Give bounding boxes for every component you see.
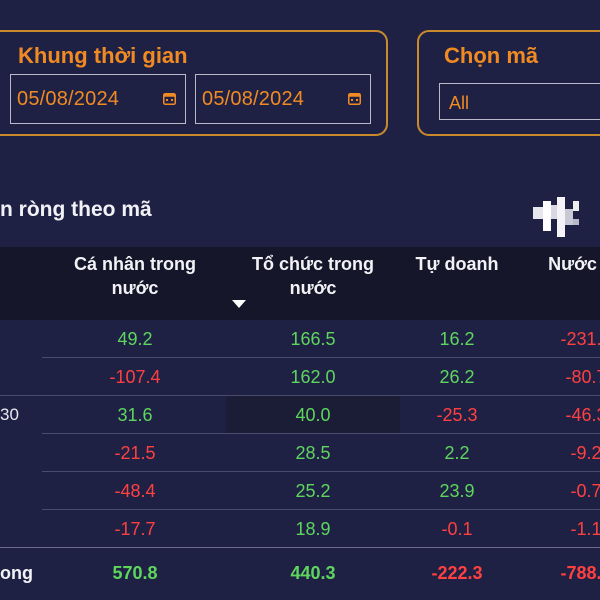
cell-value: -21.5: [114, 443, 156, 463]
cell-value: 31.6: [117, 405, 153, 425]
col-header-foreign[interactable]: Nước ng: [516, 252, 600, 276]
pixelated-logo-icon: [533, 197, 579, 237]
total-value: 440.3: [290, 563, 336, 583]
cell-value: 26.2: [439, 367, 475, 387]
calendar-icon[interactable]: [348, 92, 361, 105]
col-header-proprietary[interactable]: Tự doanh: [402, 252, 512, 276]
cell-value: 162.0: [290, 367, 336, 387]
cell-value: 16.2: [439, 329, 475, 349]
cell-value: 166.5: [290, 329, 336, 349]
code-select-panel: Chọn mã All: [417, 30, 600, 136]
row-divider: [0, 547, 600, 548]
dashboard: Khung thời gian 05/08/2024 05/08/2024 Ch…: [0, 0, 600, 600]
code-select-title: Chọn mã: [444, 43, 539, 68]
row-label: [0, 472, 42, 510]
cell-value: -80.7: [565, 367, 600, 387]
table-row[interactable]: 30 31.6 40.0 -25.3 -46.3: [0, 396, 600, 434]
table-row[interactable]: -48.4 25.2 23.9 -0.7: [0, 472, 600, 510]
sort-descending-icon[interactable]: [232, 300, 246, 308]
calendar-icon[interactable]: [163, 92, 176, 105]
cell-value: -1.1: [570, 519, 600, 539]
cell-value: 40.0: [226, 396, 400, 434]
table-header: Cá nhân trong nước Tổ chức trong nước Tự…: [0, 247, 600, 320]
cell-value: -46.3: [565, 405, 600, 425]
col-header-label: Tổ chức trong nước: [251, 254, 375, 298]
table-row[interactable]: -21.5 28.5 2.2 -9.2: [0, 434, 600, 472]
cell-value: -0.7: [570, 481, 600, 501]
time-frame-title: Khung thời gian: [18, 43, 188, 68]
cell-value: 28.5: [295, 443, 331, 463]
table-row[interactable]: -107.4 162.0 26.2 -80.7: [0, 358, 600, 396]
cell-value: 23.9: [439, 481, 475, 501]
table-total-row: ong 570.8 440.3 -222.3 -788.8: [0, 553, 600, 593]
cell-value: 49.2: [117, 329, 153, 349]
time-frame-panel: Khung thời gian 05/08/2024 05/08/2024: [0, 30, 388, 136]
row-label: [0, 320, 42, 358]
row-label: [0, 434, 42, 472]
cell-value: 18.9: [295, 519, 331, 539]
col-header-label: Cá nhân trong nước: [74, 254, 196, 298]
total-value: -788.8: [560, 563, 600, 583]
row-label: [0, 358, 42, 396]
cell-value: -231.9: [560, 329, 600, 349]
table-row[interactable]: 49.2 166.5 16.2 -231.9: [0, 320, 600, 358]
cell-value: -107.4: [109, 367, 161, 387]
table-row[interactable]: -17.7 18.9 -0.1 -1.1: [0, 510, 600, 548]
total-value: 570.8: [112, 563, 158, 583]
date-to-input[interactable]: 05/08/2024: [195, 74, 371, 124]
col-header-individual-domestic[interactable]: Cá nhân trong nước: [48, 252, 222, 300]
cell-value: -17.7: [114, 519, 156, 539]
row-label: [0, 510, 42, 548]
cell-value: -0.1: [441, 519, 473, 539]
total-label: ong: [0, 563, 33, 583]
date-to-value: 05/08/2024: [202, 88, 305, 110]
row-label: 30: [0, 405, 19, 424]
col-header-label: Tự doanh: [415, 254, 499, 274]
cell-value: 2.2: [444, 443, 470, 463]
code-select-dropdown[interactable]: All: [439, 83, 600, 120]
total-value: -222.3: [431, 563, 483, 583]
code-select-value: All: [449, 93, 470, 113]
cell-value: -25.3: [436, 405, 478, 425]
section-title: n ròng theo mã: [0, 198, 152, 221]
cell-value: -48.4: [114, 481, 156, 501]
col-header-label: Nước ng: [548, 254, 600, 274]
cell-value: -9.2: [570, 443, 600, 463]
col-header-institution-domestic[interactable]: Tổ chức trong nước: [226, 252, 400, 300]
cell-value: 25.2: [295, 481, 331, 501]
date-from-value: 05/08/2024: [17, 88, 120, 110]
date-from-input[interactable]: 05/08/2024: [10, 74, 186, 124]
